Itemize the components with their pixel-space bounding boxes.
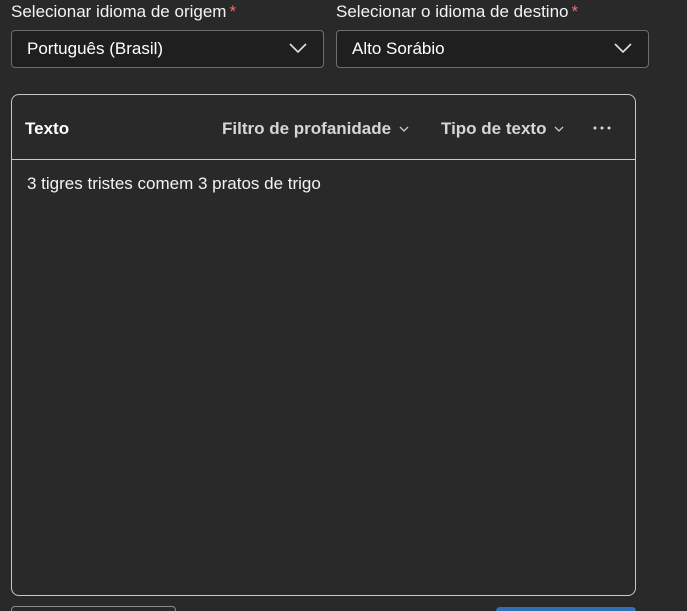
source-text-input[interactable]: 3 tigres tristes comem 3 pratos de trigo bbox=[27, 174, 617, 194]
panel-toolbar: Texto Filtro de profanidade Tipo de text… bbox=[12, 95, 635, 160]
target-language-value: Alto Sorábio bbox=[352, 39, 445, 58]
text-type-label: Tipo de texto bbox=[441, 119, 547, 138]
panel-title: Texto bbox=[25, 119, 70, 138]
source-language-value: Português (Brasil) bbox=[27, 39, 164, 58]
target-language-dropdown[interactable]: Alto Sorábio bbox=[336, 30, 649, 68]
source-language-dropdown[interactable]: Português (Brasil) bbox=[11, 30, 324, 68]
more-options-button[interactable] bbox=[591, 117, 613, 139]
target-language-label: Selecionar o idioma de destino * bbox=[336, 2, 578, 22]
chevron-down-icon bbox=[399, 126, 409, 132]
text-type-menu[interactable]: Tipo de texto bbox=[441, 119, 564, 139]
primary-button[interactable] bbox=[496, 607, 636, 611]
target-language-label-text: Selecionar o idioma de destino bbox=[336, 2, 569, 21]
profanity-filter-label: Filtro de profanidade bbox=[222, 119, 392, 138]
profanity-filter-menu[interactable]: Filtro de profanidade bbox=[222, 119, 409, 139]
required-marker: * bbox=[571, 2, 579, 21]
more-horizontal-icon bbox=[593, 126, 611, 130]
text-panel: Texto Filtro de profanidade Tipo de text… bbox=[11, 94, 636, 596]
source-language-label: Selecionar idioma de origem * bbox=[11, 2, 236, 22]
chevron-down-icon bbox=[614, 43, 632, 54]
secondary-button[interactable] bbox=[11, 606, 176, 611]
chevron-down-icon bbox=[289, 43, 307, 54]
source-language-label-text: Selecionar idioma de origem bbox=[11, 2, 227, 21]
translator-form: Selecionar idioma de origem * Português (… bbox=[0, 0, 687, 611]
required-marker: * bbox=[229, 2, 237, 21]
chevron-down-icon bbox=[555, 126, 564, 132]
